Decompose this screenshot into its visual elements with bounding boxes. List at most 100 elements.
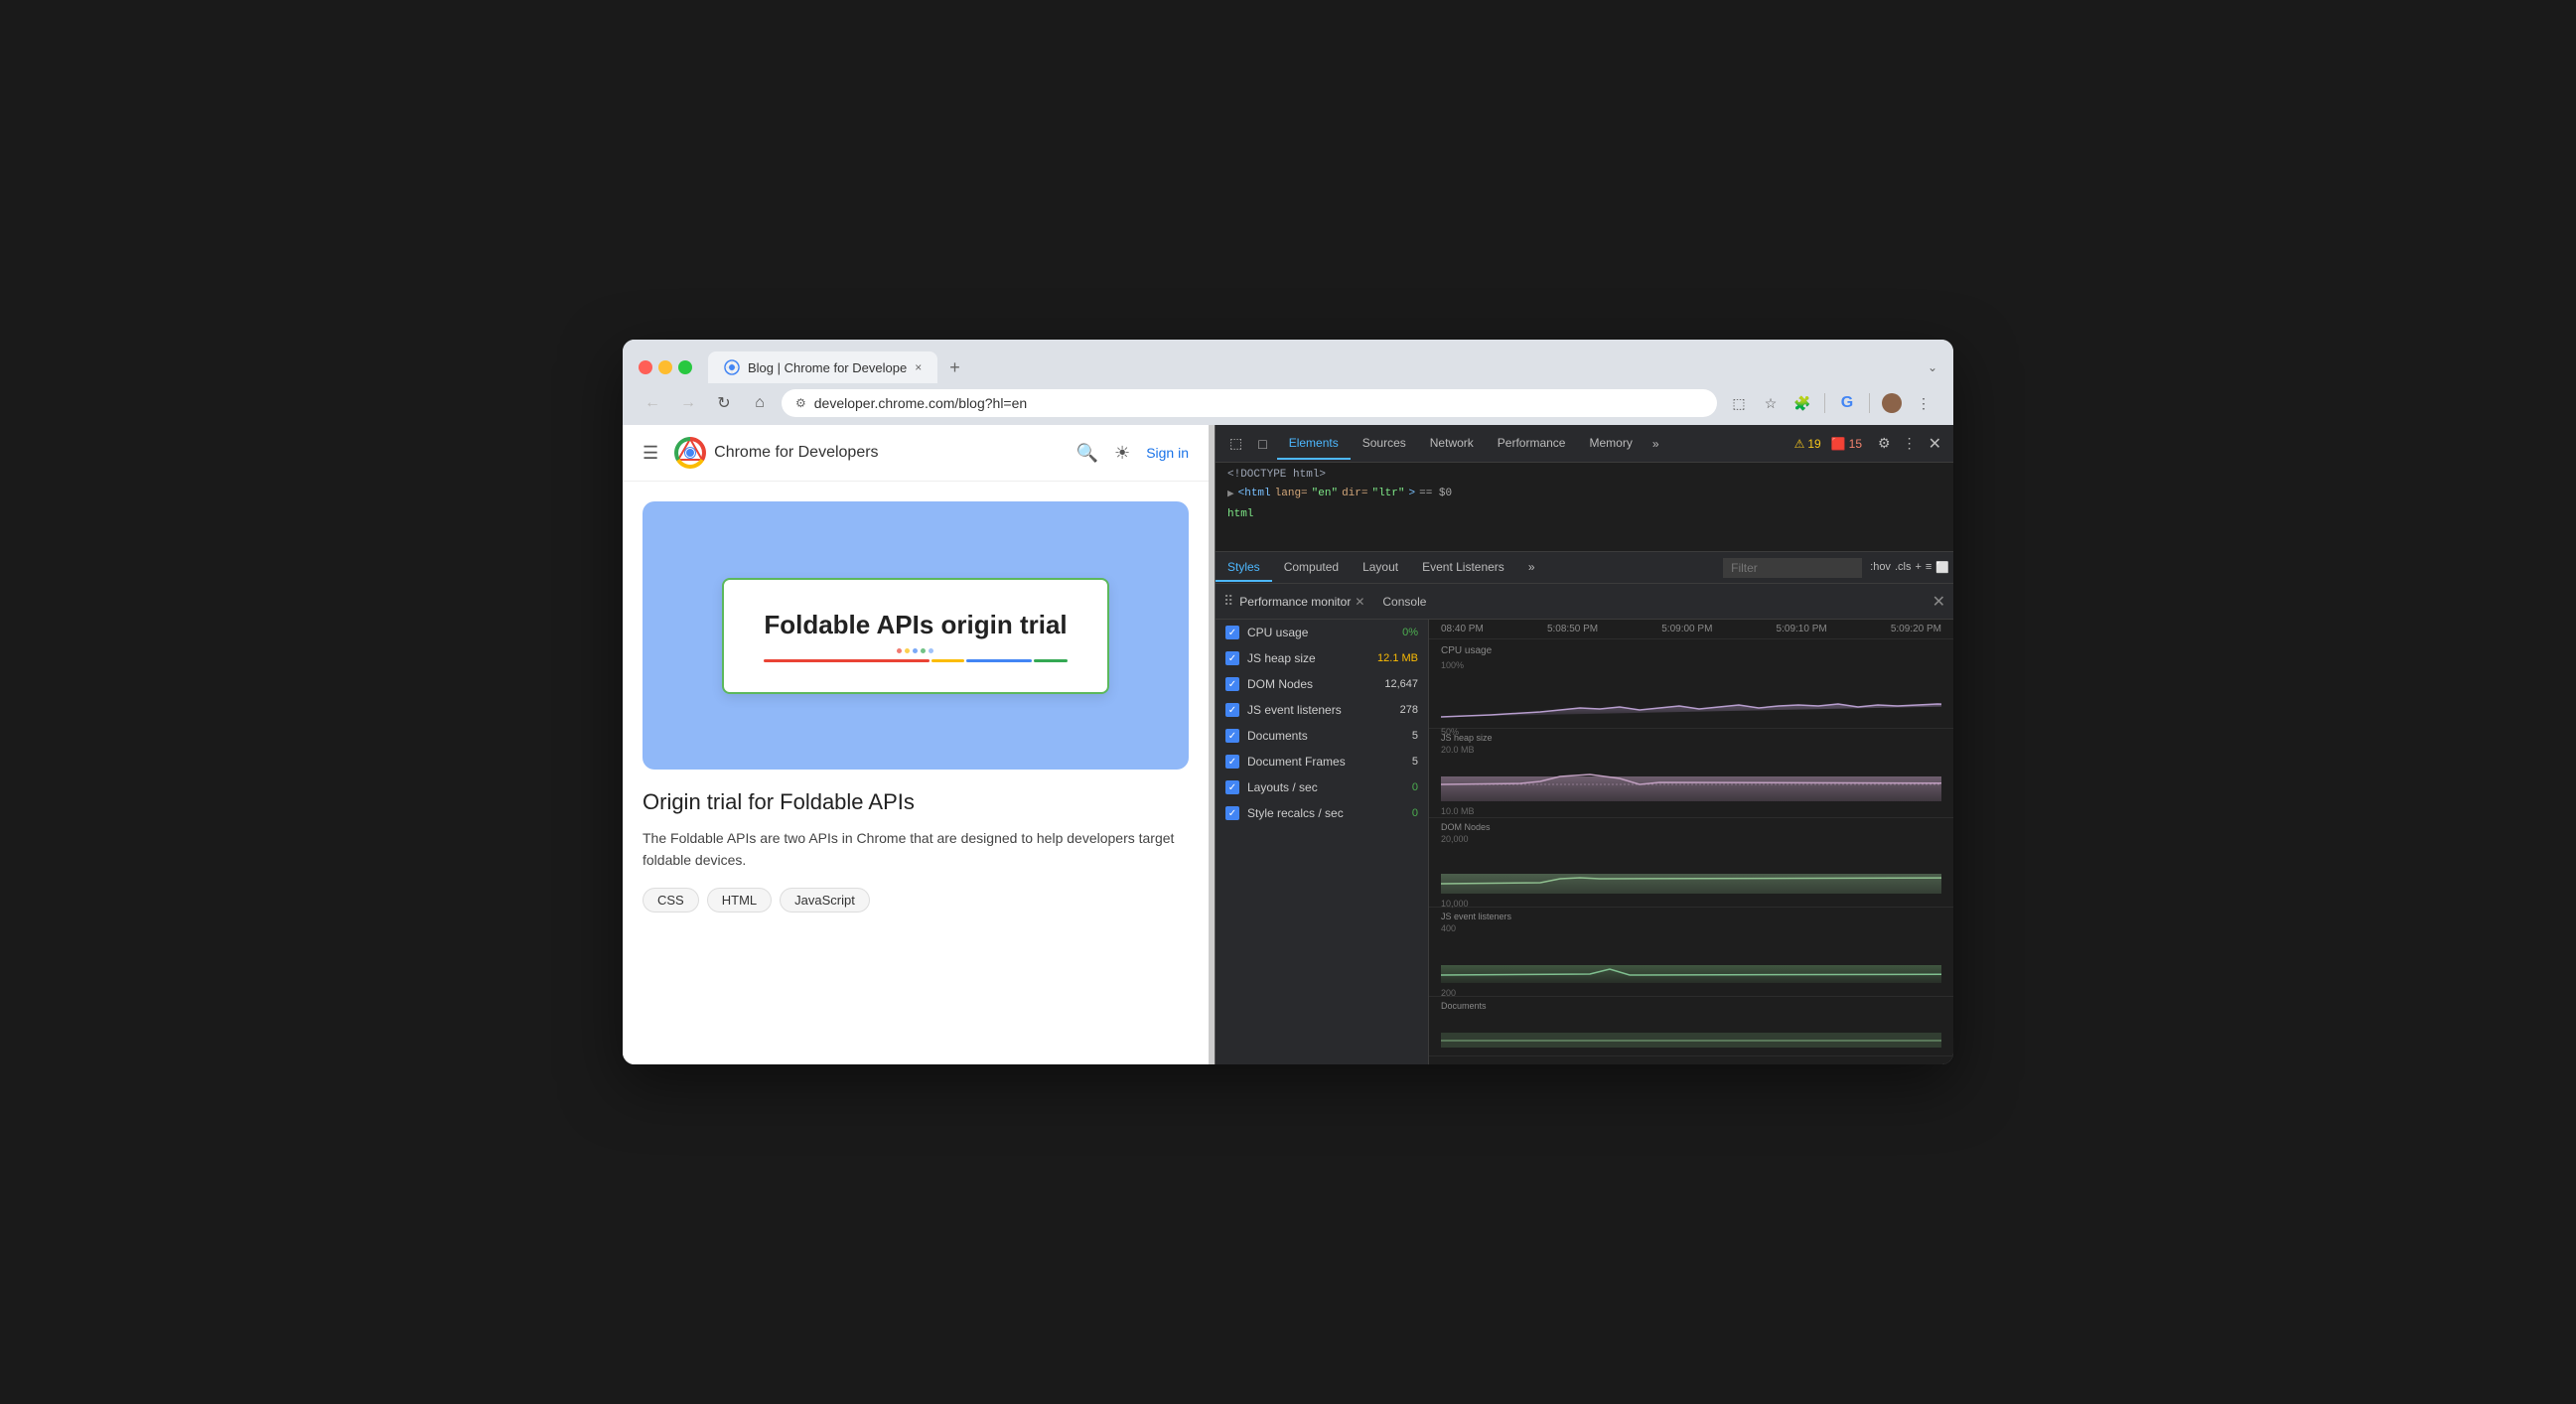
time-1: 08:40 PM: [1441, 624, 1484, 634]
back-button[interactable]: ←: [639, 389, 666, 417]
devtools-tab-bar: ⬚ □ Elements Sources Network Performance…: [1216, 425, 1953, 463]
signin-button[interactable]: Sign in: [1146, 445, 1189, 461]
charts-container: CPU usage 100%: [1429, 639, 1953, 1064]
jsheap-checkbox[interactable]: [1225, 651, 1239, 665]
console-tab[interactable]: Console: [1376, 595, 1432, 609]
html-tag-line[interactable]: ▶ <html lang="en" dir="ltr"> == $0: [1227, 485, 1941, 502]
dom-chart-svg: [1441, 844, 1941, 894]
warning-count: 19: [1807, 437, 1820, 451]
tab-dropdown-button[interactable]: ⌄: [1928, 360, 1937, 374]
perf-monitor-x-button[interactable]: ✕: [1932, 592, 1945, 612]
warning-icon: ⚠: [1794, 437, 1805, 451]
menu-button[interactable]: ⋮: [1910, 389, 1937, 417]
nav-separator: [1824, 393, 1825, 413]
devtools-close-button[interactable]: ✕: [1925, 432, 1945, 456]
sub-tab-layout[interactable]: Layout: [1351, 554, 1410, 582]
cast-button[interactable]: ⬚: [1725, 389, 1753, 417]
more-tabs-button[interactable]: »: [1645, 433, 1667, 455]
security-icon: ⚙: [795, 396, 806, 410]
recalcs-label: Style recalcs / sec: [1247, 806, 1412, 820]
nav-bar: ← → ↻ ⌂ ⚙ developer.chrome.com/blog?hl=e…: [623, 383, 1953, 425]
minimize-button[interactable]: [658, 360, 672, 374]
metric-frames: Document Frames 5: [1216, 749, 1428, 774]
tab-memory[interactable]: Memory: [1577, 428, 1644, 460]
jsheap-10mb: 10.0 MB: [1441, 806, 1475, 816]
theme-toggle[interactable]: ☀: [1114, 443, 1130, 464]
docs-checkbox[interactable]: [1225, 729, 1239, 743]
tag-html[interactable]: HTML: [707, 888, 772, 913]
hamburger-menu[interactable]: ☰: [643, 443, 658, 464]
recalcs-checkbox[interactable]: [1225, 806, 1239, 820]
dom-checkbox[interactable]: [1225, 677, 1239, 691]
perf-body: CPU usage 0% JS heap size 12.1 MB DOM No…: [1216, 620, 1953, 1064]
cpu-chart-label: CPU usage: [1441, 645, 1492, 656]
jsheap-chart-label: JS heap size: [1441, 733, 1941, 743]
tab-elements[interactable]: Elements: [1277, 428, 1351, 460]
browser-tab[interactable]: Blog | Chrome for Develope ×: [708, 351, 937, 383]
google-icon[interactable]: G: [1833, 389, 1861, 417]
dom-label: DOM Nodes: [1247, 677, 1384, 691]
close-button[interactable]: [639, 360, 652, 374]
devtools-more-button[interactable]: ⋮: [1899, 433, 1921, 454]
jsevents-checkbox[interactable]: [1225, 703, 1239, 717]
add-style-button[interactable]: +: [1915, 561, 1921, 574]
metric-recalcs: Style recalcs / sec 0: [1216, 800, 1428, 826]
tag-css[interactable]: CSS: [643, 888, 699, 913]
cpu-checkbox[interactable]: [1225, 626, 1239, 639]
dom-value: 12,647: [1384, 678, 1418, 690]
dom-base-fill: [1441, 874, 1941, 894]
search-button[interactable]: 🔍: [1076, 443, 1098, 464]
html-dir-attr: dir=: [1342, 488, 1367, 499]
tab-close-button[interactable]: ×: [915, 360, 922, 374]
refresh-button[interactable]: ↻: [710, 389, 738, 417]
style-tool-2[interactable]: ≡: [1926, 561, 1932, 574]
perf-monitor-close-icon[interactable]: ✕: [1355, 595, 1364, 609]
hov-button[interactable]: :hov: [1870, 561, 1891, 574]
forward-button[interactable]: →: [674, 389, 702, 417]
devtools-cursor-icon[interactable]: ⬚: [1223, 431, 1248, 456]
tag-javascript[interactable]: JavaScript: [780, 888, 870, 913]
html-lang-val: "en": [1312, 488, 1338, 499]
chrome-logo: Chrome for Developers: [674, 437, 878, 469]
sub-tab-more[interactable]: »: [1516, 554, 1547, 582]
tab-performance[interactable]: Performance: [1486, 428, 1578, 460]
frames-checkbox[interactable]: [1225, 755, 1239, 769]
devtools-sub-tabs: Styles Computed Layout Event Listeners »…: [1216, 552, 1953, 584]
maximize-button[interactable]: [678, 360, 692, 374]
layouts-checkbox[interactable]: [1225, 780, 1239, 794]
tab-network[interactable]: Network: [1418, 428, 1486, 460]
warnings-badge[interactable]: ⚠ 19: [1794, 437, 1821, 451]
chrome-logo-icon: [674, 437, 706, 469]
tab-sources[interactable]: Sources: [1351, 428, 1418, 460]
title-bar: Blog | Chrome for Develope × + ⌄: [623, 340, 1953, 383]
new-tab-button[interactable]: +: [949, 357, 960, 378]
bookmark-button[interactable]: ☆: [1757, 389, 1785, 417]
cls-button[interactable]: .cls: [1895, 561, 1912, 574]
style-tool-3[interactable]: ⬜: [1935, 561, 1949, 574]
sub-tab-styles[interactable]: Styles: [1216, 554, 1272, 582]
devtools-settings-button[interactable]: ⚙: [1874, 433, 1895, 454]
sub-tab-event-listeners[interactable]: Event Listeners: [1410, 554, 1516, 582]
time-5: 5:09:20 PM: [1891, 624, 1941, 634]
profile-button[interactable]: [1878, 389, 1906, 417]
sub-tab-computed[interactable]: Computed: [1272, 554, 1351, 582]
time-3: 5:09:00 PM: [1661, 624, 1712, 634]
perf-monitor-header: ⠿ Performance monitor ✕ Console ✕: [1216, 584, 1953, 620]
error-count: 15: [1849, 437, 1862, 451]
styles-filter-area: :hov .cls + ≡ ⬜: [1723, 558, 1953, 578]
home-button[interactable]: ⌂: [746, 389, 774, 417]
devtools-device-icon[interactable]: □: [1252, 432, 1272, 456]
styles-filter-input[interactable]: [1723, 558, 1862, 578]
url-text: developer.chrome.com/blog?hl=en: [814, 395, 1027, 411]
jsevents-chart-svg: [1441, 933, 1941, 983]
html-lang-attr: lang=: [1275, 488, 1308, 499]
devtools-actions: ⚠ 19 🟥 15 ⚙ ⋮ ✕: [1794, 432, 1945, 456]
drag-handle[interactable]: ⠿: [1223, 593, 1233, 610]
error-icon: 🟥: [1831, 437, 1846, 451]
extensions-button[interactable]: 🧩: [1789, 389, 1816, 417]
nav-separator-2: [1869, 393, 1870, 413]
errors-badge[interactable]: 🟥 15: [1831, 437, 1862, 451]
address-bar[interactable]: ⚙ developer.chrome.com/blog?hl=en: [782, 389, 1717, 417]
browser-page: ☰ Chrome for Developers �: [623, 425, 1209, 1064]
hero-inner-card: Foldable APIs origin trial: [722, 578, 1108, 694]
